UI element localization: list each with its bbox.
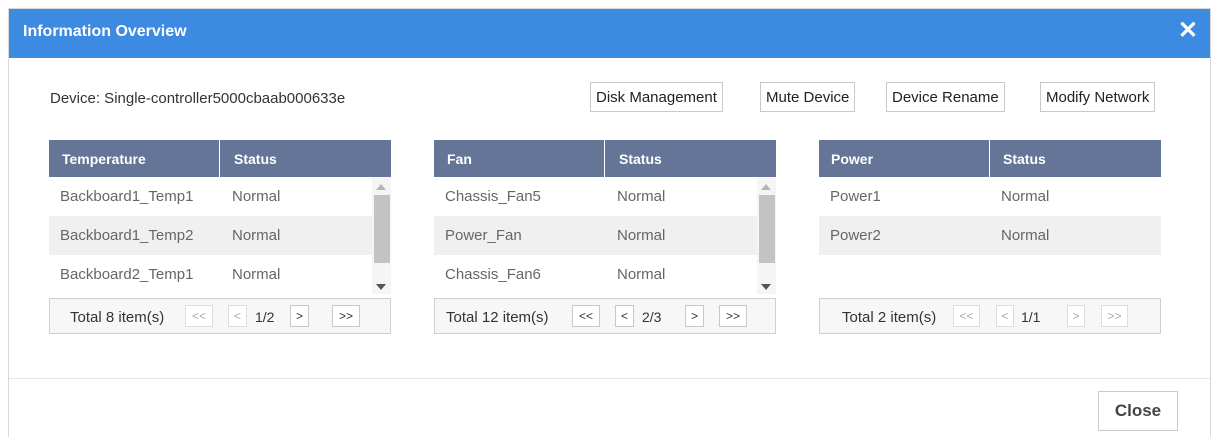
- fan-pager: Total 12 item(s) << < 2/3 > >>: [434, 298, 776, 334]
- table-row[interactable]: Power1 Normal: [819, 177, 1161, 216]
- scroll-thumb[interactable]: [374, 195, 390, 263]
- disk-management-button[interactable]: Disk Management: [590, 82, 723, 112]
- temperature-grid-body: Backboard1_Temp1 Normal Backboard1_Temp2…: [49, 177, 391, 294]
- prev-page-button[interactable]: <: [228, 305, 247, 327]
- total-items: Total 12 item(s): [446, 309, 549, 326]
- table-row[interactable]: Chassis_Fan5 Normal: [434, 177, 776, 216]
- sensor-status: Normal: [232, 266, 281, 283]
- sensor-name: Backboard1_Temp2: [60, 227, 194, 244]
- table-row[interactable]: Backboard2_Temp1 Normal: [49, 255, 391, 294]
- first-page-button[interactable]: <<: [185, 305, 213, 327]
- fan-grid-body: Chassis_Fan5 Normal Power_Fan Normal Cha…: [434, 177, 776, 294]
- scroll-thumb[interactable]: [759, 195, 775, 263]
- close-button[interactable]: Close: [1098, 391, 1178, 431]
- fan-name: Power_Fan: [445, 227, 522, 244]
- status-column-header[interactable]: Status: [619, 151, 662, 167]
- close-icon[interactable]: ✕: [1178, 19, 1198, 43]
- scroll-down-icon[interactable]: [376, 284, 386, 290]
- table-row[interactable]: Chassis_Fan6 Normal: [434, 255, 776, 294]
- temperature-panel: Temperature Status Backboard1_Temp1 Norm…: [49, 140, 391, 334]
- scroll-up-icon[interactable]: [376, 184, 386, 190]
- temperature-grid-header: Temperature Status: [49, 140, 391, 177]
- sensor-status: Normal: [232, 227, 281, 244]
- table-row[interactable]: Backboard1_Temp2 Normal: [49, 216, 391, 255]
- table-row[interactable]: Power_Fan Normal: [434, 216, 776, 255]
- modify-network-button[interactable]: Modify Network: [1040, 82, 1156, 112]
- power-grid-header: Power Status: [819, 140, 1161, 177]
- temperature-scrollbar[interactable]: [372, 177, 391, 294]
- power-status: Normal: [1001, 188, 1050, 205]
- table-row[interactable]: Backboard1_Temp1 Normal: [49, 177, 391, 216]
- next-page-button[interactable]: >: [290, 305, 309, 327]
- power-name: Power2: [830, 227, 881, 244]
- dialog-titlebar: Information Overview ✕: [9, 9, 1210, 58]
- fan-grid-header: Fan Status: [434, 140, 776, 177]
- last-page-button[interactable]: >>: [1101, 305, 1128, 327]
- table-row[interactable]: Power2 Normal: [819, 216, 1161, 255]
- last-page-button[interactable]: >>: [332, 305, 360, 327]
- device-label: Device: Single-controller5000cbaab000633…: [50, 90, 346, 107]
- temperature-column-header[interactable]: Temperature: [62, 151, 146, 167]
- power-status: Normal: [1001, 227, 1050, 244]
- total-items: Total 2 item(s): [842, 309, 937, 326]
- scroll-up-icon[interactable]: [761, 184, 771, 190]
- first-page-button[interactable]: <<: [953, 305, 980, 327]
- dialog-title: Information Overview: [23, 23, 187, 40]
- fan-name: Chassis_Fan6: [445, 266, 541, 283]
- footer-divider: [9, 378, 1210, 379]
- fan-name: Chassis_Fan5: [445, 188, 541, 205]
- power-panel: Power Status Power1 Normal Power2 Normal…: [819, 140, 1161, 334]
- status-column-header[interactable]: Status: [1003, 151, 1046, 167]
- device-rename-button[interactable]: Device Rename: [886, 82, 1005, 112]
- information-overview-dialog: Information Overview ✕ Device: Single-co…: [8, 8, 1211, 437]
- power-grid-body: Power1 Normal Power2 Normal: [819, 177, 1161, 294]
- fan-status: Normal: [617, 227, 666, 244]
- prev-page-button[interactable]: <: [615, 305, 634, 327]
- sensor-status: Normal: [232, 188, 281, 205]
- mute-device-button[interactable]: Mute Device: [760, 82, 856, 112]
- power-column-header[interactable]: Power: [831, 151, 873, 167]
- fan-status: Normal: [617, 188, 666, 205]
- power-name: Power1: [830, 188, 881, 205]
- total-items: Total 8 item(s): [70, 309, 165, 326]
- page-indicator: 2/3: [642, 309, 662, 325]
- next-page-button[interactable]: >: [685, 305, 704, 327]
- sensor-name: Backboard2_Temp1: [60, 266, 194, 283]
- scroll-down-icon[interactable]: [761, 284, 771, 290]
- temperature-pager: Total 8 item(s) << < 1/2 > >>: [49, 298, 391, 334]
- fan-status: Normal: [617, 266, 666, 283]
- page-indicator: 1/2: [255, 309, 275, 325]
- fan-column-header[interactable]: Fan: [447, 151, 472, 167]
- status-column-header[interactable]: Status: [234, 151, 277, 167]
- next-page-button[interactable]: >: [1067, 305, 1085, 327]
- fan-panel: Fan Status Chassis_Fan5 Normal Power_Fan…: [434, 140, 776, 334]
- power-pager: Total 2 item(s) << < 1/1 > >>: [819, 298, 1161, 334]
- sensor-name: Backboard1_Temp1: [60, 188, 194, 205]
- first-page-button[interactable]: <<: [572, 305, 600, 327]
- prev-page-button[interactable]: <: [996, 305, 1014, 327]
- page-indicator: 1/1: [1021, 309, 1041, 325]
- fan-scrollbar[interactable]: [757, 177, 776, 294]
- last-page-button[interactable]: >>: [719, 305, 747, 327]
